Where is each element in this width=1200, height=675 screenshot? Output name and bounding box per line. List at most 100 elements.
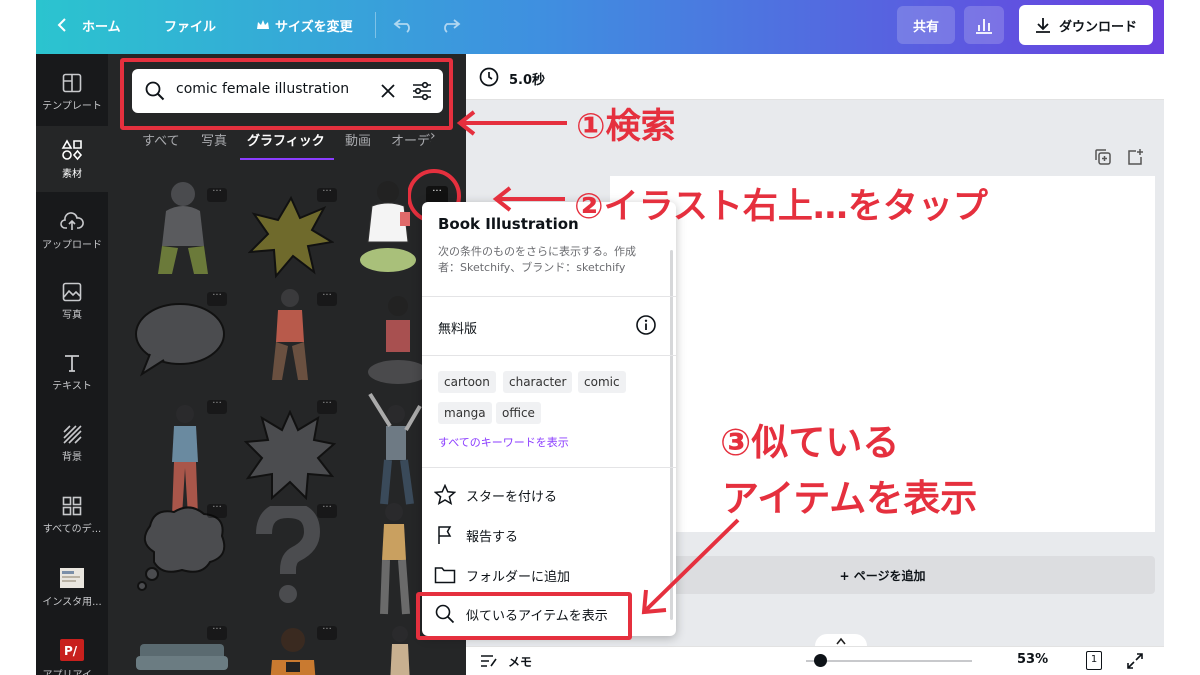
side-rail: テンプレート 素材 アップロード 写真 テキスト 背景 すべてのデ... インス…: [36, 54, 108, 675]
undo-button[interactable]: [393, 0, 415, 50]
active-tab-indicator: [240, 158, 334, 160]
tab-audio[interactable]: オーディ: [391, 130, 431, 149]
crown-icon: [257, 20, 269, 29]
graphic-pointing-woman[interactable]: [372, 498, 422, 618]
more-options-icon[interactable]: ···: [207, 187, 227, 202]
toolbar-divider: [375, 12, 376, 38]
annotation-step3-line1: ③似ている: [720, 421, 900, 464]
template-icon: [62, 73, 82, 92]
zoom-slider-handle[interactable]: [814, 654, 827, 667]
download-icon: [1035, 18, 1050, 33]
more-options-icon[interactable]: ···: [207, 291, 227, 306]
chevron-left-icon: [57, 18, 66, 32]
star-menu-item[interactable]: スターを付ける: [434, 484, 557, 506]
timing-bar: 5.0秒: [466, 54, 1164, 100]
keyword-tag[interactable]: character: [503, 371, 573, 393]
result-tabs: すべて 写真 グラフィック 動画 オーディ ›: [108, 128, 466, 160]
graphic-yoga-woman[interactable]: [358, 292, 428, 392]
rail-item-background[interactable]: 背景: [36, 410, 108, 476]
more-options-icon[interactable]: ···: [317, 625, 337, 640]
graphic-question-mark[interactable]: [252, 506, 322, 606]
see-all-keywords-link[interactable]: すべてのキーワードを表示: [438, 434, 569, 450]
notes-label[interactable]: メモ: [508, 653, 532, 670]
elements-icon: [61, 138, 83, 160]
page-count-button[interactable]: 1: [1086, 651, 1102, 670]
fullscreen-icon[interactable]: [1126, 652, 1144, 670]
zoom-slider-track[interactable]: [806, 660, 972, 662]
graphic-comic-burst[interactable]: [248, 194, 334, 280]
file-menu[interactable]: ファイル: [164, 0, 216, 50]
bar-chart-icon: [976, 19, 992, 34]
keyword-tag[interactable]: comic: [578, 371, 626, 393]
tab-videos[interactable]: 動画: [345, 130, 371, 149]
tabs-scroll-right-icon[interactable]: ›: [430, 128, 436, 144]
keyword-tag[interactable]: office: [496, 402, 541, 424]
more-options-icon[interactable]: ···: [317, 291, 337, 306]
menu-divider: [422, 355, 676, 356]
more-options-icon[interactable]: ···: [317, 399, 337, 414]
rail-item-templates[interactable]: テンプレート: [36, 59, 108, 125]
page-duration[interactable]: 5.0秒: [509, 69, 545, 88]
background-icon: [63, 424, 82, 444]
clock-icon[interactable]: [479, 67, 499, 87]
graphic-dancing-woman[interactable]: [360, 390, 430, 510]
rail-item-app[interactable]: P/ アプリアイ...: [36, 626, 108, 675]
flag-icon: [438, 526, 452, 544]
graphic-speech-bubble[interactable]: [132, 298, 228, 378]
rail-item-instagram[interactable]: インスタ用...: [36, 554, 108, 620]
rail-label: アップロード: [42, 239, 102, 251]
report-menu-item[interactable]: 報告する: [434, 524, 518, 546]
duplicate-page-icon[interactable]: [1094, 148, 1112, 166]
annotation-box-search: [120, 58, 453, 130]
graphic-explosion-bubble[interactable]: [244, 410, 336, 500]
svg-text:P/: P/: [64, 644, 78, 658]
top-bar: ホーム ファイル サイズを変更 共有 ダウンロード: [36, 0, 1164, 54]
graphic-sitting-woman[interactable]: [260, 286, 320, 386]
menu-title: Book Illustration: [438, 215, 579, 233]
redo-icon: [444, 19, 461, 33]
info-icon[interactable]: [635, 314, 657, 336]
home-button[interactable]: ホーム: [56, 0, 121, 50]
rail-item-apps[interactable]: すべてのデ...: [36, 482, 108, 548]
license-label: 無料版: [438, 322, 478, 337]
download-button[interactable]: ダウンロード: [1019, 5, 1153, 45]
insights-button[interactable]: [964, 6, 1004, 44]
more-options-icon[interactable]: ···: [207, 625, 227, 640]
menu-divider: [422, 467, 676, 468]
zoom-level[interactable]: 53%: [1017, 652, 1048, 667]
rail-item-elements[interactable]: 素材: [36, 126, 108, 192]
rail-label: 写真: [62, 309, 82, 321]
tab-all[interactable]: すべて: [142, 130, 180, 149]
text-icon: [65, 354, 79, 372]
home-label: ホーム: [82, 19, 121, 35]
add-to-folder-menu-item[interactable]: フォルダーに追加: [434, 564, 570, 586]
rail-label: テキスト: [52, 380, 92, 392]
annotation-step2: ②イラスト右上…をタップ: [574, 187, 988, 227]
resize-button[interactable]: サイズを変更: [256, 0, 353, 50]
rail-label: 素材: [62, 168, 82, 180]
more-options-icon[interactable]: ···: [207, 503, 227, 518]
annotation-arrow-search: [456, 110, 567, 136]
tab-graphics[interactable]: グラフィック: [247, 130, 325, 149]
folder-thumb-icon: [60, 567, 84, 588]
rail-item-text[interactable]: テキスト: [36, 339, 108, 405]
share-button[interactable]: 共有: [897, 6, 955, 44]
rail-item-photos[interactable]: 写真: [36, 268, 108, 334]
rail-item-uploads[interactable]: アップロード: [36, 198, 108, 264]
graphic-walking-woman[interactable]: [380, 624, 420, 675]
redo-button[interactable]: [439, 0, 461, 50]
star-icon: [434, 484, 456, 506]
undo-icon: [393, 19, 410, 33]
more-options-icon[interactable]: ···: [317, 503, 337, 518]
tab-photos[interactable]: 写真: [201, 130, 227, 149]
notes-icon[interactable]: [480, 653, 498, 669]
upload-icon: [60, 211, 84, 230]
menu-description[interactable]: 次の条件のものをさらに表示する。作成者：Sketchify、ブランド：sketc…: [438, 244, 648, 276]
keyword-tag[interactable]: manga: [438, 402, 492, 424]
rail-label: アプリアイ...: [42, 669, 102, 675]
more-options-icon[interactable]: ···: [207, 399, 227, 414]
more-options-icon[interactable]: ···: [317, 187, 337, 202]
annotation-arrow-more: [492, 186, 565, 212]
add-page-icon[interactable]: [1126, 148, 1144, 166]
keyword-tag[interactable]: cartoon: [438, 371, 496, 393]
